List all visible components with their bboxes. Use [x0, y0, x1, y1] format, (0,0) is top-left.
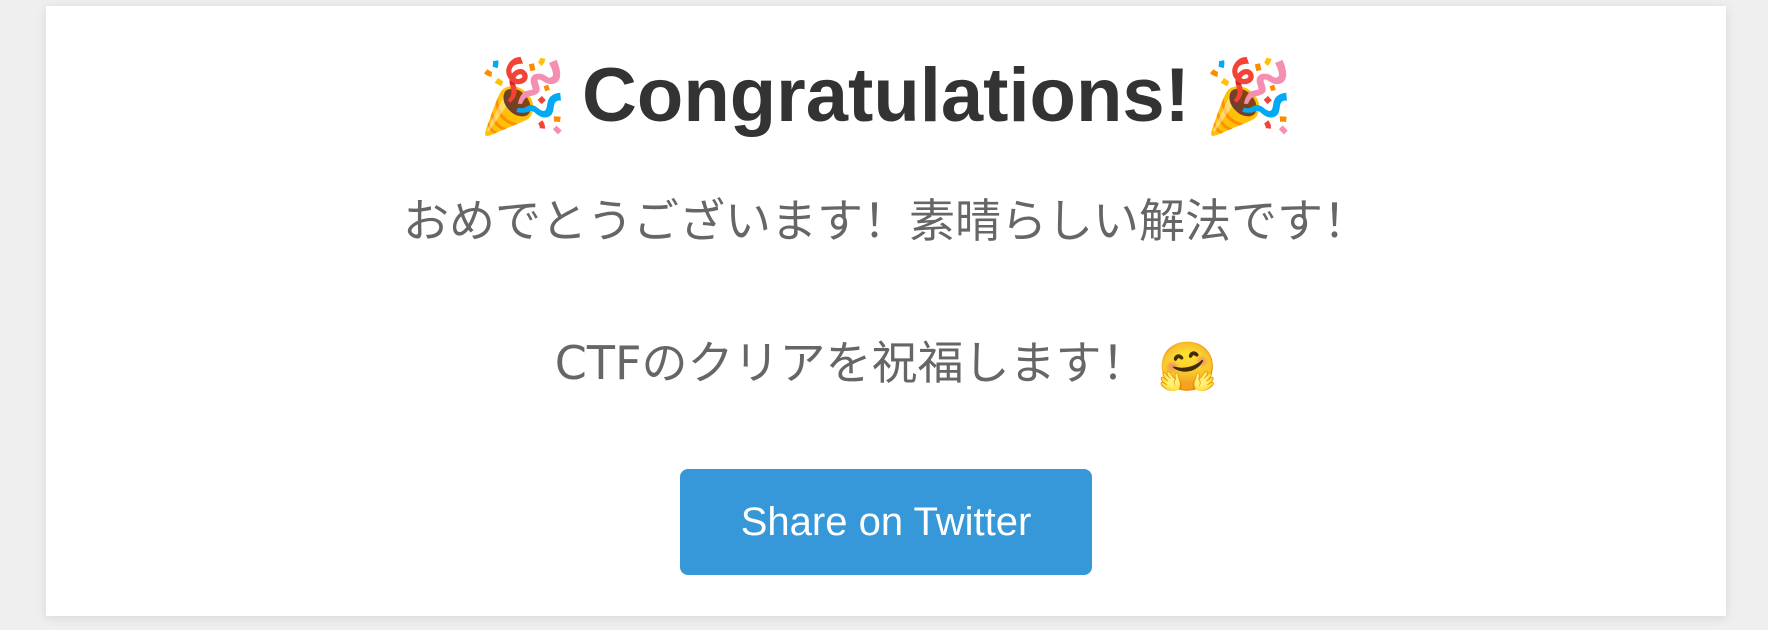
hugging-face-icon: 🤗 [1157, 339, 1218, 395]
ctf-clear-text: CTFのクリアを祝福します！ [554, 336, 1148, 390]
share-on-twitter-button[interactable]: Share on Twitter [680, 469, 1092, 575]
party-popper-icon: 🎉 [478, 54, 569, 138]
congratulations-card: 🎉 Congratulations! 🎉 おめでとうございます！素晴らしい解法で… [46, 6, 1726, 616]
party-popper-icon: 🎉 [1203, 54, 1294, 138]
page-title: Congratulations! [582, 53, 1190, 138]
congratulations-message: おめでとうございます！素晴らしい解法です！ [403, 194, 1369, 248]
ctf-clear-message: CTFのクリアを祝福します！ 🤗 [46, 336, 1726, 397]
title-row: 🎉 Congratulations! 🎉 [46, 50, 1726, 142]
